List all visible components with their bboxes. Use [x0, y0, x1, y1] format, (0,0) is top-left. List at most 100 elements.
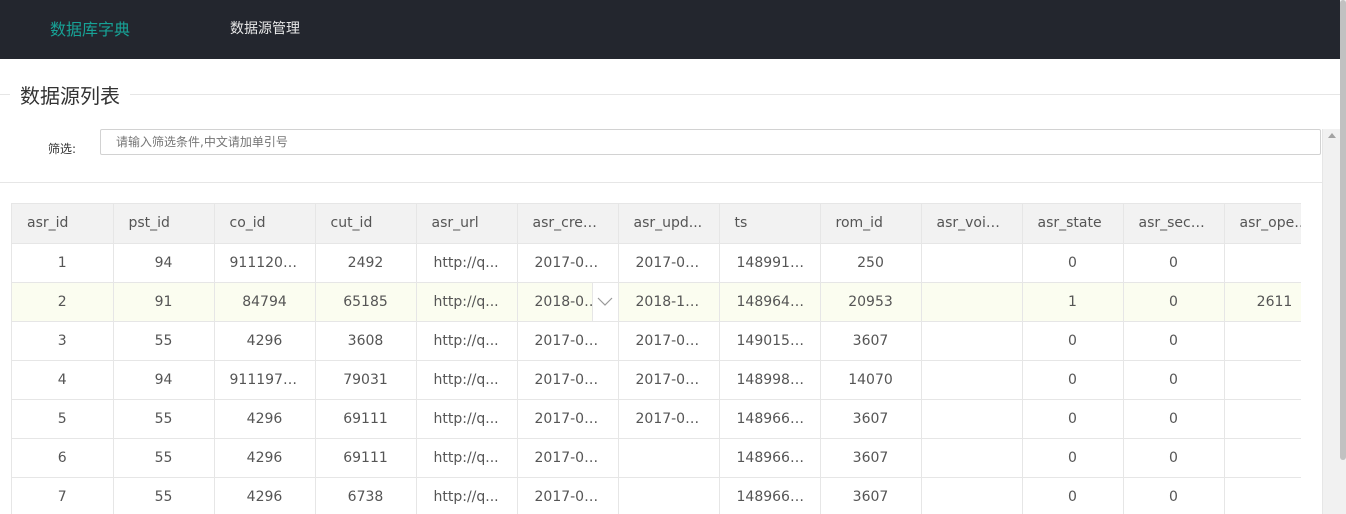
table-cell: 4296: [214, 438, 316, 478]
table-cell: 94: [113, 243, 215, 283]
datasource-table: asr_id pst_id co_id cut_id asr_url asr_c…: [11, 203, 1301, 514]
table-cell: 20953: [820, 282, 922, 322]
table-cell: 4296: [214, 477, 316, 514]
table-cell: 0: [1123, 438, 1225, 478]
table-cell: [921, 360, 1023, 400]
column-header[interactable]: asr_seco...: [1123, 204, 1225, 244]
filter-divider: [0, 182, 1322, 183]
table-cell: 2017-03...: [517, 321, 619, 361]
table-row[interactable]: 1 94 91112033 2492 http://q... 2017-03... 2017…: [12, 243, 1301, 283]
nav-item-datasource-management[interactable]: 数据源管理: [230, 0, 300, 59]
table-cell: 84794: [214, 282, 316, 322]
table-cell: http://q...: [416, 477, 518, 514]
table-cell: 0: [1022, 399, 1124, 439]
table-cell: 91: [113, 282, 215, 322]
nav-item-db-dictionary[interactable]: 数据库字典: [50, 0, 130, 59]
table-cell: [1224, 321, 1301, 361]
table-cell: 0: [1123, 360, 1225, 400]
table-cell: 0: [1022, 477, 1124, 514]
table-cell: 1489667...: [719, 399, 821, 439]
column-header[interactable]: ts: [719, 204, 821, 244]
table-cell: 4296: [214, 321, 316, 361]
table-cell: 3607: [820, 399, 922, 439]
table-header-row: asr_id pst_id co_id cut_id asr_url asr_c…: [12, 204, 1301, 244]
table-cell: 91112033: [214, 243, 316, 283]
table-cell: [921, 282, 1023, 322]
chevron-down-icon[interactable]: [591, 282, 617, 320]
top-nav-bar: 数据库字典 数据源管理: [0, 0, 1340, 59]
table-cell: 7: [12, 477, 114, 514]
table-row[interactable]: 4 94 91119795 79031 http://q... 2017-03... 201…: [12, 360, 1301, 400]
table-cell: 2017-03...: [517, 477, 619, 514]
table-row[interactable]: 2 91 84794 65185 http://q... 2018-08... 2018-1…: [12, 282, 1301, 322]
table-cell: 1489662...: [719, 477, 821, 514]
table-cell: 0: [1123, 321, 1225, 361]
column-header[interactable]: asr_url: [416, 204, 518, 244]
table-cell: 55: [113, 477, 215, 514]
column-header[interactable]: asr_id: [12, 204, 114, 244]
table-cell: 3608: [315, 321, 417, 361]
table-cell: [618, 477, 720, 514]
column-header[interactable]: asr_crea...: [517, 204, 619, 244]
table-cell: http://q...: [416, 399, 518, 439]
table-row[interactable]: 5 55 4296 69111 http://q... 2017-03... 2017-03…: [12, 399, 1301, 439]
table-cell: 1489981...: [719, 360, 821, 400]
table-cell: 3: [12, 321, 114, 361]
table-cell: 2018-10...: [618, 282, 720, 322]
table-cell: 91119795: [214, 360, 316, 400]
table-cell: [1224, 399, 1301, 439]
table-cell: 55: [113, 399, 215, 439]
table-cell: 2017-03...: [618, 321, 720, 361]
table-cell: 55: [113, 438, 215, 478]
table-cell: 0: [1123, 243, 1225, 283]
table-cell: http://q...: [416, 321, 518, 361]
table-cell: 0: [1022, 321, 1124, 361]
table-cell: 5: [12, 399, 114, 439]
table-cell: [921, 399, 1023, 439]
table-cell: http://q...: [416, 438, 518, 478]
table-cell: 3607: [820, 477, 922, 514]
table-cell: [1224, 438, 1301, 478]
table-cell: 6738: [315, 477, 417, 514]
table-cell: 3607: [820, 321, 922, 361]
table-cell: 65185: [315, 282, 417, 322]
table-cell: 0: [1123, 282, 1225, 322]
table-row[interactable]: 6 55 4296 69111 http://q... 2017-03... 1489661…: [12, 438, 1301, 478]
column-header[interactable]: cut_id: [315, 204, 417, 244]
table-cell: 2017-03...: [517, 360, 619, 400]
table-cell: 4296: [214, 399, 316, 439]
table-cell: [921, 321, 1023, 361]
table-cell: 2017-03...: [517, 399, 619, 439]
table-row[interactable]: 7 55 4296 6738 http://q... 2017-03... 1489662.…: [12, 477, 1301, 514]
table-cell: http://q...: [416, 243, 518, 283]
section-divider: [0, 94, 1340, 95]
table-cell: 1: [12, 243, 114, 283]
table-cell: [921, 243, 1023, 283]
table-cell: 2492: [315, 243, 417, 283]
column-header[interactable]: co_id: [214, 204, 316, 244]
table-cell: 2017-03...: [618, 243, 720, 283]
table-row[interactable]: 3 55 4296 3608 http://q... 2017-03... 2017-03.…: [12, 321, 1301, 361]
column-header[interactable]: pst_id: [113, 204, 215, 244]
table-cell: 2017-03...: [517, 243, 619, 283]
table-cell: 1: [1022, 282, 1124, 322]
table-cell: 6: [12, 438, 114, 478]
table-cell: 69111: [315, 399, 417, 439]
column-header[interactable]: asr_state: [1022, 204, 1124, 244]
page-scrollbar[interactable]: [1340, 0, 1346, 514]
table-cell: 2: [12, 282, 114, 322]
table-cell: 2017-03...: [618, 360, 720, 400]
table-scrollbar[interactable]: [1322, 129, 1340, 514]
table-cell: 2017-03...: [517, 438, 619, 478]
column-header[interactable]: rom_id: [820, 204, 922, 244]
scroll-up-arrow-icon[interactable]: [1328, 133, 1336, 138]
page-scrollbar-thumb[interactable]: [1340, 0, 1346, 460]
column-header[interactable]: asr_oper...: [1224, 204, 1301, 244]
column-header[interactable]: asr_voic...: [921, 204, 1023, 244]
table-cell: 69111: [315, 438, 417, 478]
filter-input[interactable]: [100, 129, 1321, 155]
table-cell: 0: [1022, 438, 1124, 478]
column-header[interactable]: asr_upd...: [618, 204, 720, 244]
table-cell: 14070: [820, 360, 922, 400]
table-cell: 0: [1022, 243, 1124, 283]
